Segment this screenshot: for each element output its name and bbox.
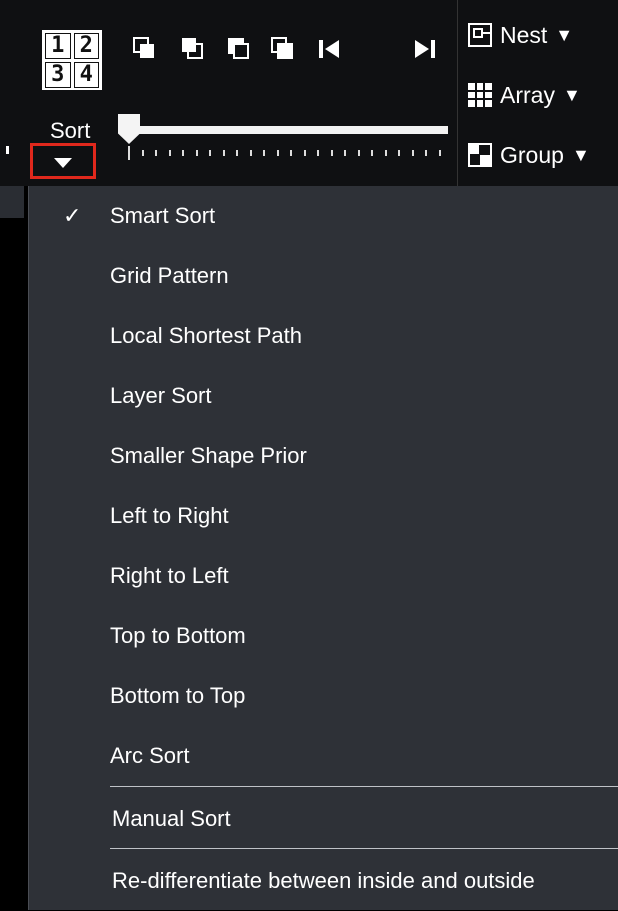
skip-first-icon[interactable] bbox=[314, 34, 344, 64]
checkmark-icon: ✓ bbox=[63, 203, 82, 228]
sort-slider-track[interactable] bbox=[128, 126, 448, 134]
slider-tick bbox=[222, 150, 225, 156]
slider-tick bbox=[182, 150, 184, 156]
slider-tick bbox=[276, 150, 279, 156]
menu-item-label: Left to Right bbox=[110, 503, 229, 528]
triangle-down-icon: ▼ bbox=[571, 144, 590, 165]
menu-item[interactable]: Manual Sort bbox=[29, 789, 618, 849]
slider-tick bbox=[371, 150, 373, 156]
slider-tick bbox=[249, 150, 252, 156]
order-digit-4: 4 bbox=[73, 62, 99, 88]
sort-label: Sort bbox=[50, 118, 91, 143]
move-back-icon[interactable] bbox=[130, 34, 160, 64]
skip-last-icon[interactable] bbox=[410, 34, 440, 64]
slider-tick bbox=[290, 150, 292, 156]
array-button[interactable]: Array ▼ bbox=[466, 76, 616, 114]
menu-item-label: Bottom to Top bbox=[110, 683, 246, 708]
menu-item-label: Manual Sort bbox=[112, 806, 231, 831]
slider-tick bbox=[263, 150, 265, 156]
menu-separator bbox=[110, 848, 618, 849]
menu-item[interactable]: Top to Bottom bbox=[29, 606, 618, 666]
slider-tick bbox=[303, 150, 306, 156]
slider-tick bbox=[141, 150, 144, 156]
slider-tick bbox=[438, 150, 441, 156]
slider-tick bbox=[398, 150, 400, 156]
menu-item-label: Top to Bottom bbox=[110, 623, 246, 648]
triangle-down-icon: ▼ bbox=[555, 24, 574, 45]
slider-tick bbox=[384, 150, 387, 156]
slider-tick bbox=[236, 150, 238, 156]
slider-ticks bbox=[128, 146, 448, 162]
triangle-down-icon: ▼ bbox=[562, 84, 581, 105]
slider-tick bbox=[209, 150, 211, 156]
menu-item[interactable]: Layer Sort bbox=[29, 366, 618, 426]
nest-button[interactable]: Nest ▼ bbox=[466, 16, 616, 54]
menu-item-label: Smaller Shape Prior bbox=[110, 443, 307, 468]
array-label: Array bbox=[500, 81, 555, 108]
menu-item-label: Local Shortest Path bbox=[110, 323, 303, 348]
menu-item-label: Layer Sort bbox=[110, 383, 212, 408]
menu-item[interactable]: Right to Left bbox=[29, 546, 618, 606]
send-to-back-icon[interactable] bbox=[224, 34, 254, 64]
triangle-down-icon bbox=[54, 158, 72, 168]
array-grid-icon bbox=[466, 81, 494, 109]
nest-label: Nest bbox=[500, 21, 548, 48]
menu-item[interactable]: Smaller Shape Prior bbox=[29, 426, 618, 486]
menu-separator bbox=[110, 786, 618, 787]
toolbar-divider bbox=[457, 0, 458, 186]
menu-item-label: Right to Left bbox=[110, 563, 229, 588]
toolbar: 1 2 3 4 Nest ▼ Array ▼ Group ▼ Sort bbox=[0, 0, 618, 186]
slider-tick bbox=[155, 150, 157, 156]
order-digit-3: 3 bbox=[45, 62, 71, 88]
group-button[interactable]: Group ▼ bbox=[466, 136, 616, 174]
slider-tick bbox=[357, 150, 360, 156]
slider-tick bbox=[344, 150, 346, 156]
menu-item[interactable]: Grid Pattern bbox=[29, 246, 618, 306]
slider-tick bbox=[411, 150, 414, 156]
slider-tick bbox=[168, 150, 171, 156]
menu-item-label: Arc Sort bbox=[110, 743, 190, 768]
menu-item[interactable]: Local Shortest Path bbox=[29, 306, 618, 366]
group-icon bbox=[466, 141, 494, 169]
sort-dropdown-button[interactable] bbox=[30, 143, 96, 179]
order-digit-1: 1 bbox=[45, 33, 71, 59]
move-forward-icon[interactable] bbox=[178, 34, 208, 64]
menu-item[interactable]: Re-differentiate between inside and outs… bbox=[29, 851, 618, 911]
menu-item[interactable]: Bottom to Top bbox=[29, 666, 618, 726]
left-panel-edge bbox=[0, 146, 24, 218]
menu-item[interactable]: ✓ Smart Sort bbox=[29, 186, 618, 246]
menu-item[interactable]: Left to Right bbox=[29, 486, 618, 546]
sort-slider-thumb[interactable] bbox=[118, 114, 140, 144]
menu-item-label: Smart Sort bbox=[110, 203, 216, 228]
slider-tick bbox=[195, 150, 198, 156]
slider-tick bbox=[128, 146, 130, 160]
nest-icon bbox=[466, 21, 494, 49]
slider-tick bbox=[330, 150, 333, 156]
slider-tick bbox=[425, 150, 427, 156]
menu-item-label: Re-differentiate between inside and outs… bbox=[112, 868, 535, 893]
sort-dropdown-menu: ✓ Smart Sort Grid Pattern Local Shortest Pa… bbox=[28, 186, 618, 910]
sort-order-grid-icon[interactable]: 1 2 3 4 bbox=[42, 30, 102, 90]
slider-tick bbox=[317, 150, 319, 156]
menu-item-label: Grid Pattern bbox=[110, 263, 229, 288]
group-label: Group bbox=[500, 141, 564, 168]
order-digit-2: 2 bbox=[73, 33, 99, 59]
menu-item[interactable]: Arc Sort bbox=[29, 726, 618, 786]
bring-to-front-icon[interactable] bbox=[268, 34, 298, 64]
